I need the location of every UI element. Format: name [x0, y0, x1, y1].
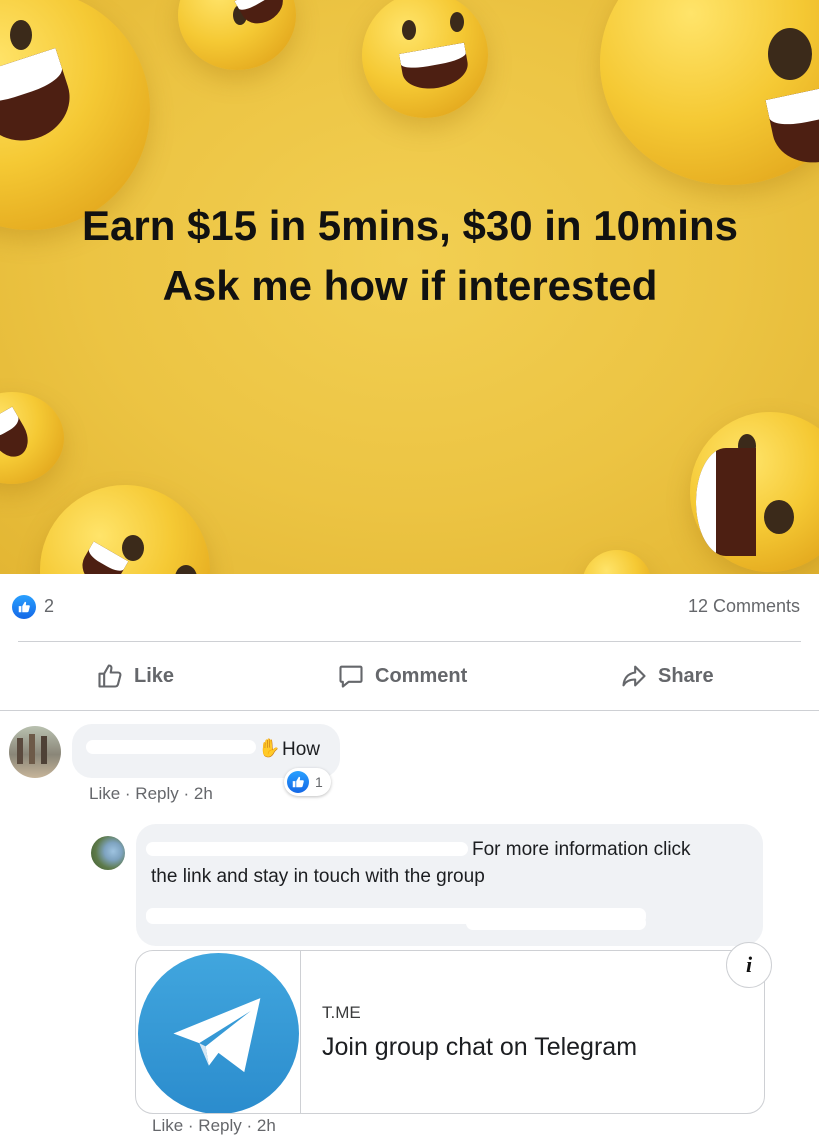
like-reaction-icon [287, 771, 309, 793]
link-title: Join group chat on Telegram [322, 1033, 638, 1061]
separator: · [120, 784, 136, 803]
redacted-text [466, 916, 646, 930]
like-reaction-icon[interactable] [12, 595, 36, 619]
laughing-emoji-decoration [690, 412, 819, 572]
telegram-link-card[interactable]: T.ME Join group chat on Telegram [135, 950, 765, 1114]
comment-button[interactable]: Comment [337, 658, 467, 694]
separator: · [183, 1116, 199, 1135]
share-icon [622, 665, 646, 687]
comment-text: How [282, 739, 321, 760]
laughing-emoji-decoration [362, 0, 488, 118]
comments-count-link[interactable]: 12 Comments [688, 596, 800, 617]
thumbs-up-icon [98, 664, 122, 688]
laughing-emoji-decoration [178, 0, 296, 70]
reply-reply-link[interactable]: Reply [198, 1116, 241, 1135]
reaction-count[interactable]: 2 [44, 596, 54, 617]
divider [18, 641, 801, 642]
waving-hand-icon: ✋ [258, 738, 281, 758]
comment-like-link[interactable]: Like [89, 784, 120, 803]
reply-bubble: For more information click the link and … [136, 824, 763, 946]
like-button-label: Like [134, 664, 175, 687]
separator: · [241, 1116, 257, 1135]
comment-reply-link[interactable]: Reply [135, 784, 178, 803]
post-image[interactable]: Earn $15 in 5mins, $30 in 10mins Ask me … [0, 0, 819, 574]
comment-button-label: Comment [375, 664, 468, 687]
card-divider [300, 951, 301, 1113]
comment-reaction-count: 1 [315, 774, 323, 790]
comment-icon [339, 665, 363, 688]
laughing-emoji-decoration [582, 550, 652, 574]
reply-timestamp[interactable]: 2h [257, 1116, 276, 1135]
redacted-name [146, 842, 468, 856]
link-domain: T.ME [322, 1003, 361, 1022]
info-icon[interactable]: i [726, 942, 772, 988]
share-button-label: Share [658, 664, 714, 687]
reply-meta: Like · Reply · 2h [152, 1116, 276, 1136]
reply-like-link[interactable]: Like [152, 1116, 183, 1135]
redacted-name [86, 740, 256, 754]
commenter-avatar[interactable] [9, 726, 61, 778]
separator: · [178, 784, 194, 803]
divider [0, 710, 819, 711]
post-image-text: Earn $15 in 5mins, $30 in 10mins Ask me … [82, 202, 738, 309]
reply-text-line2: the link and stay in touch with the grou… [151, 866, 485, 887]
telegram-logo-icon [138, 953, 299, 1113]
comment-timestamp[interactable]: 2h [194, 784, 213, 803]
laughing-emoji-decoration [600, 0, 819, 185]
comment-reaction-pill[interactable]: 1 [284, 768, 331, 796]
share-button[interactable]: Share [620, 658, 714, 694]
like-button[interactable]: Like [96, 658, 174, 694]
reply-avatar[interactable] [91, 836, 125, 870]
reply-text-line1: For more information click [472, 839, 691, 860]
laughing-emoji-decoration [0, 392, 64, 484]
laughing-emoji-decoration [40, 485, 210, 574]
comment-meta: Like · Reply · 2h [89, 784, 213, 804]
